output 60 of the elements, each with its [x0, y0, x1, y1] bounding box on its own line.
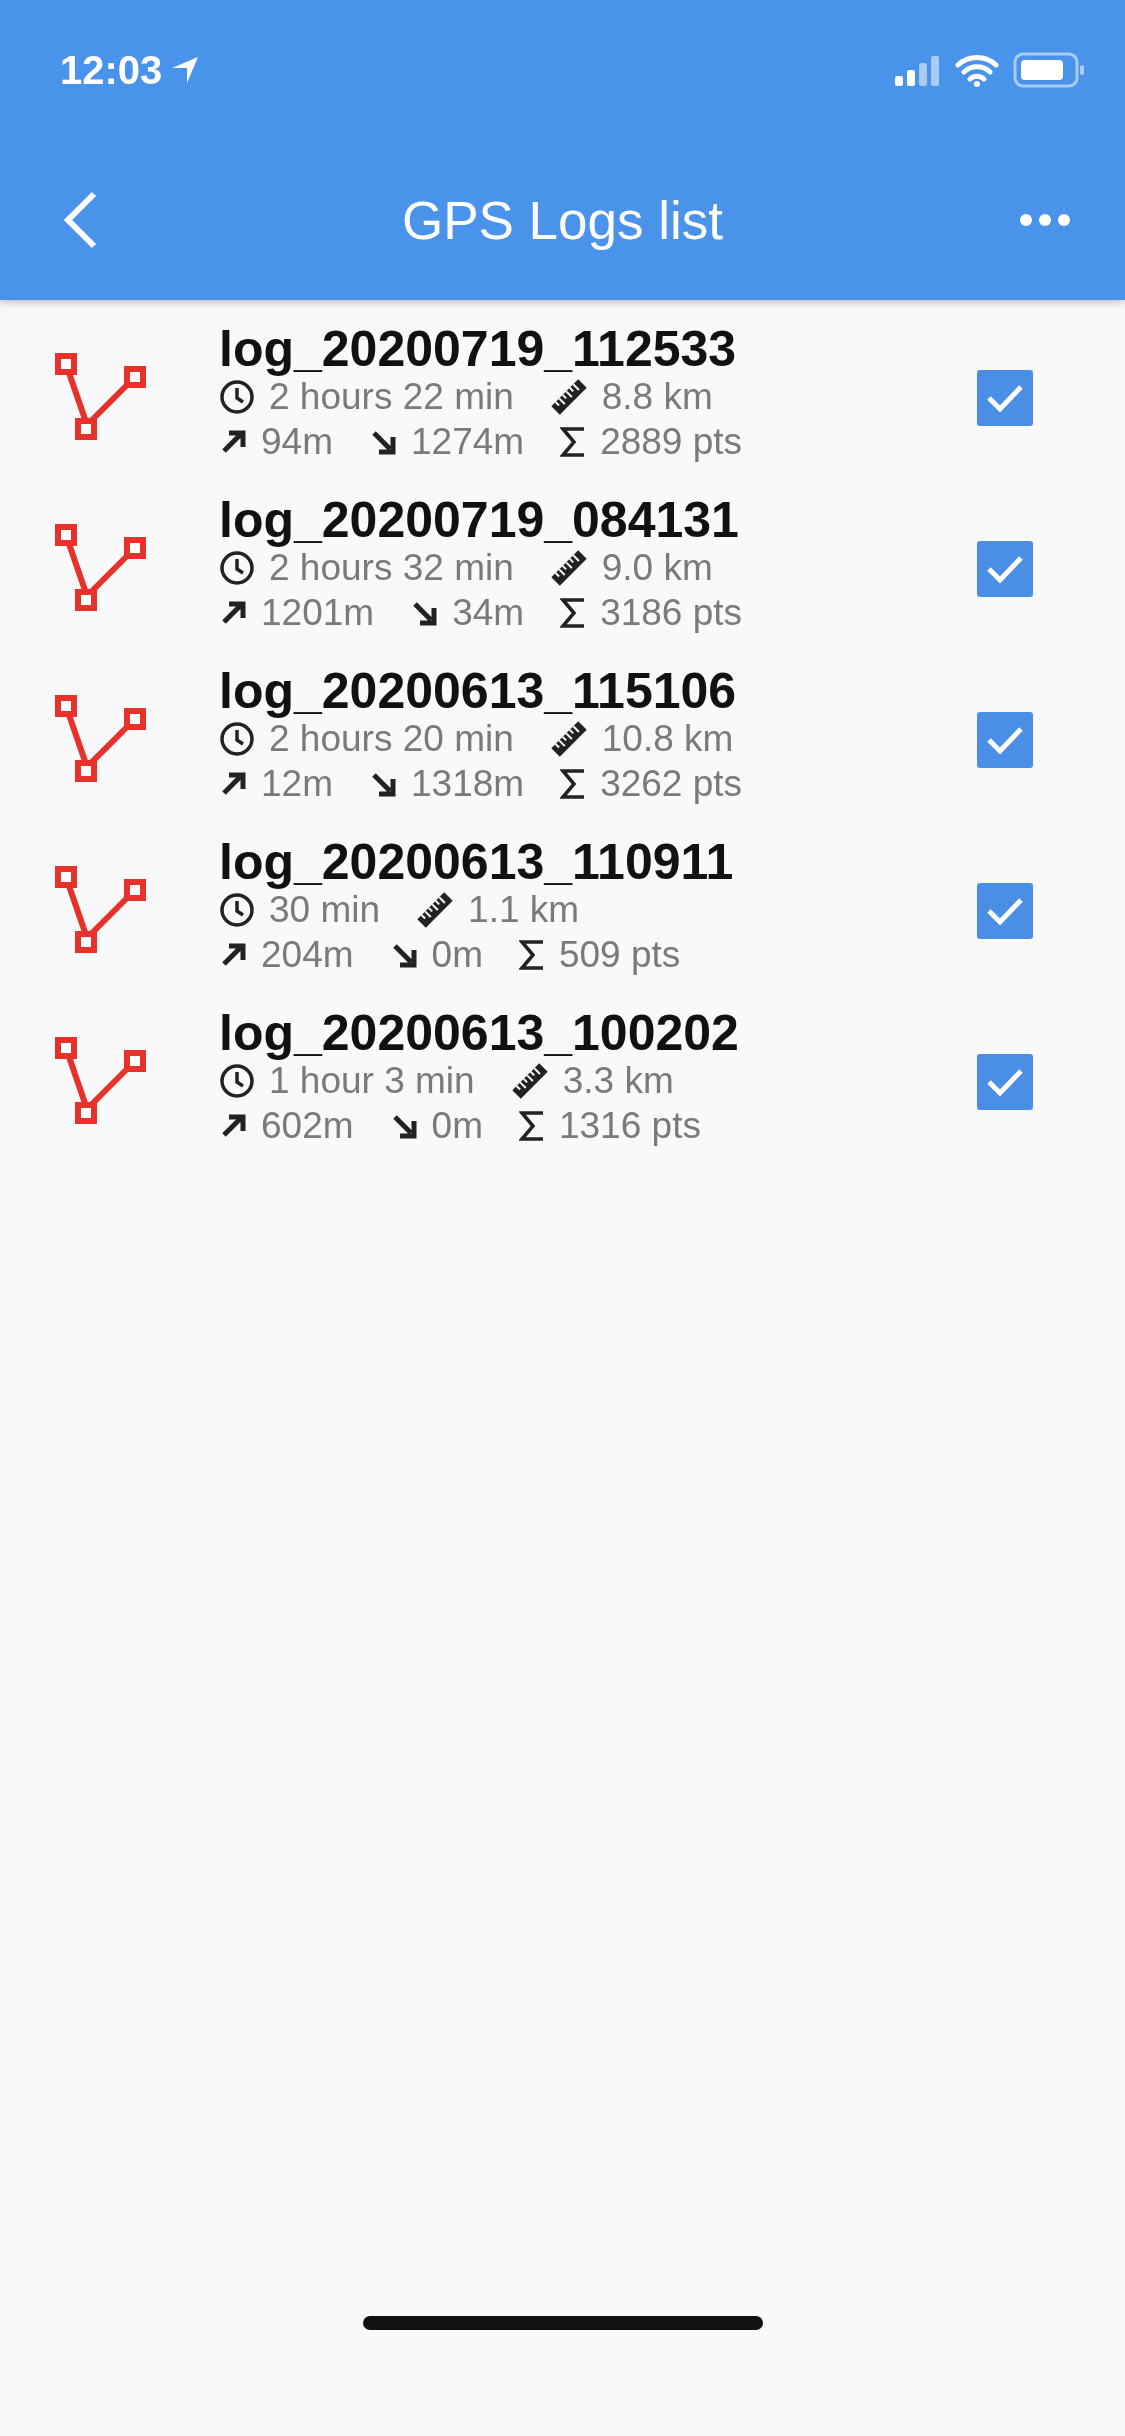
- points-text: 1316 pts: [558, 1105, 701, 1147]
- clock-icon: [219, 550, 255, 586]
- clock-icon: [219, 1063, 255, 1099]
- distance-text: 9.0 km: [601, 547, 713, 589]
- points-text: 3262 pts: [600, 763, 743, 805]
- duration-text: 30 min: [269, 889, 381, 931]
- track-icon: [55, 352, 149, 443]
- track-icon: [55, 865, 149, 956]
- distance-text: 3.3 km: [562, 1060, 674, 1102]
- clock-icon: [219, 892, 255, 928]
- checkbox[interactable]: [977, 1053, 1033, 1110]
- battery-icon: [1013, 52, 1085, 88]
- sigma-icon: [560, 426, 587, 458]
- points-text: 3186 pts: [600, 592, 743, 634]
- log-name: log_20200613_115106: [219, 664, 738, 717]
- location-arrow-icon: [170, 55, 201, 85]
- ascent-text: 12m: [261, 763, 333, 805]
- distance-text: 1.1 km: [468, 889, 580, 931]
- track-icon: [55, 1036, 149, 1127]
- descent-text: 1318m: [411, 763, 525, 805]
- log-name: log_20200613_100202: [219, 1006, 740, 1059]
- checkbox[interactable]: [977, 882, 1033, 939]
- descent-text: 0m: [431, 1105, 483, 1147]
- log-name: log_20200719_084131: [219, 493, 740, 546]
- ascent-text: 1201m: [261, 592, 375, 634]
- checkbox[interactable]: [977, 711, 1033, 768]
- points-text: 2889 pts: [600, 421, 743, 463]
- ascent-text: 94m: [261, 421, 333, 463]
- duration-text: 2 hours 32 min: [269, 547, 514, 589]
- log-name: log_20200719_112533: [219, 322, 738, 375]
- duration-text: 1 hour 3 min: [269, 1060, 475, 1102]
- clock-icon: [219, 379, 255, 415]
- duration-text: 2 hours 20 min: [269, 718, 514, 760]
- duration-text: 2 hours 22 min: [269, 376, 514, 418]
- ascent-text: 602m: [261, 1105, 354, 1147]
- distance-text: 10.8 km: [601, 718, 734, 760]
- sigma-icon: [518, 1110, 545, 1142]
- descent-text: 34m: [452, 592, 525, 634]
- distance-text: 8.8 km: [601, 376, 713, 418]
- track-icon: [55, 523, 149, 614]
- track-icon: [55, 694, 149, 785]
- more-dots-icon: [1019, 213, 1071, 227]
- wifi-icon: [955, 53, 999, 87]
- arrow-down-right-icon: [369, 428, 397, 456]
- log-name: log_20200613_110911: [219, 835, 735, 888]
- status-time: 12:03: [60, 47, 163, 93]
- checkbox[interactable]: [977, 540, 1033, 597]
- screen-title: GPS Logs list: [401, 189, 724, 251]
- sigma-icon: [560, 768, 587, 800]
- points-text: 509 pts: [558, 934, 681, 976]
- clock-icon: [219, 721, 255, 757]
- descent-text: 1274m: [411, 421, 525, 463]
- ascent-text: 204m: [261, 934, 354, 976]
- sigma-icon: [560, 597, 587, 629]
- sigma-icon: [518, 939, 545, 971]
- arrow-down-right-icon: [410, 599, 439, 627]
- descent-text: 0m: [431, 934, 483, 976]
- checkbox[interactable]: [977, 369, 1033, 426]
- signal-icon: [895, 54, 941, 86]
- arrow-down-right-icon: [369, 770, 397, 798]
